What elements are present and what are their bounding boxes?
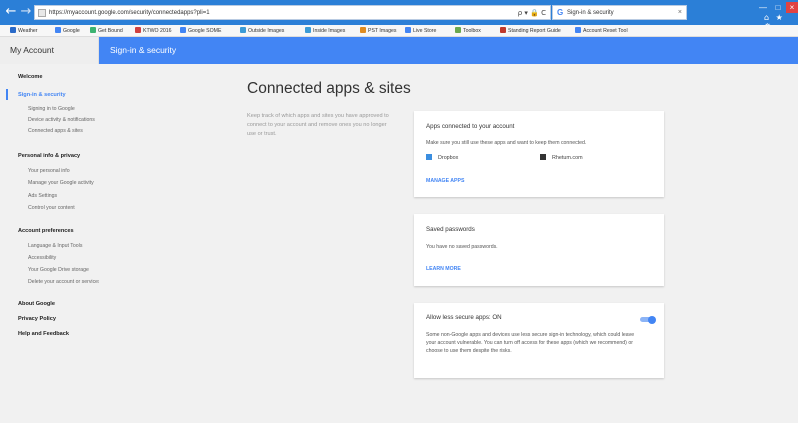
sidebar-sub-delete-account[interactable]: Delete your account or services [28,279,101,285]
manage-apps-link[interactable]: MANAGE APPS [426,178,464,184]
sidebar-sub-control-content[interactable]: Control your content [28,205,75,211]
learn-more-link[interactable]: LEARN MORE [426,266,461,272]
favorite-icon [360,27,366,33]
passwords-card-title: Saved passwords [426,226,475,233]
sidebar-sub-drive-storage[interactable]: Your Google Drive storage [28,267,89,273]
less-secure-toggle[interactable] [640,316,657,324]
my-account-title[interactable]: My Account [10,45,54,55]
sidebar-item-signin-security[interactable]: Sign-in & security [18,92,66,98]
app-header-left: My Account [0,37,99,64]
favorite-label: KTWO 2016 [143,28,172,34]
favorite-label: Inside Images [313,28,346,34]
favorite-icon [240,27,246,33]
sidebar-sub-device-activity[interactable]: Device activity & notifications [28,117,95,123]
favorite-link[interactable]: Standing Report Guide [500,26,561,36]
sidebar-sub-accessibility[interactable]: Accessibility [28,255,56,261]
apps-card: Apps connected to your account Make sure… [414,111,664,197]
apps-card-title: Apps connected to your account [426,123,515,130]
maximize-button[interactable]: □ [771,2,785,13]
app-name: Rhetum.com [552,155,583,161]
sidebar-item-about[interactable]: About Google [18,301,55,307]
favorite-link[interactable]: Outside Images [240,26,284,36]
dropbox-icon [426,154,432,160]
page-title: Connected apps & sites [247,80,411,97]
tab-close-icon[interactable]: × [678,7,682,19]
favorite-label: Google [63,28,80,34]
favorite-icon [10,27,16,33]
section-title: Sign-in & security [110,45,177,55]
favorite-link[interactable]: Toolbox [455,26,481,36]
less-secure-apps-card: Allow less secure apps: ON Some non-Goog… [414,303,664,378]
apps-card-desc: Make sure you still use these apps and w… [426,140,587,146]
favorite-icon [55,27,61,33]
favorite-link[interactable]: KTWO 2016 [135,26,172,36]
passwords-card-desc: You have no saved passwords. [426,244,498,250]
sidebar-item-welcome[interactable]: Welcome [18,74,42,80]
less-secure-desc: Some non-Google apps and devices use les… [426,332,635,354]
favorite-icon [180,27,186,33]
sidebar-sub-google-activity[interactable]: Manage your Google activity [28,180,94,186]
favorite-icon [305,27,311,33]
favorite-icon [500,27,506,33]
sidebar-sub-personal-info[interactable]: Your personal info [28,168,70,174]
google-tab-icon: G [557,8,564,17]
favorite-icon [575,27,581,33]
sidebar-sub-language[interactable]: Language & Input Tools [28,243,82,249]
favorite-label: PST Images [368,28,397,34]
sidebar-item-account-prefs[interactable]: Account preferences [18,228,74,234]
page-icon [38,9,46,17]
address-tools[interactable]: ρ ▾ 🔒 C [518,7,546,19]
favorite-label: Toolbox [463,28,481,34]
favorite-link[interactable]: PST Images [360,26,396,36]
saved-passwords-card: Saved passwords You have no saved passwo… [414,214,664,286]
toggle-knob [648,316,656,324]
minimize-button[interactable]: — [756,2,770,13]
favorite-link[interactable]: Google [55,26,80,36]
sidebar-item-personal-info[interactable]: Personal info & privacy [18,153,80,159]
active-indicator [6,89,8,100]
address-bar[interactable]: https://myaccount.google.com/security/co… [34,5,551,20]
favorite-label: Google SOME [188,28,222,34]
sidebar-sub-ads-settings[interactable]: Ads Settings [28,193,57,199]
favorite-icon [90,27,96,33]
connected-app-rhetum[interactable]: Rhetum.com [540,154,583,161]
favorite-label: Get Bound [98,28,123,34]
app-header: My Account Sign-in & security [0,37,798,64]
rhetum-icon [540,154,546,160]
tab-title: Sign-in & security [567,10,614,16]
favorite-icon [455,27,461,33]
less-secure-title: Allow less secure apps: ON [426,314,502,321]
favorite-link[interactable]: Weather [10,26,38,36]
favorite-label: Standing Report Guide [508,28,561,34]
close-window-button[interactable]: × [786,2,798,13]
favorite-label: Outside Images [248,28,285,34]
favorite-icon [405,27,411,33]
app-name: Dropbox [438,155,459,161]
forward-button[interactable]: → [19,4,33,20]
favorite-link[interactable]: Live Store [405,26,436,36]
browser-tab[interactable]: G Sign-in & security × [552,5,687,20]
url-text[interactable]: https://myaccount.google.com/security/co… [49,7,489,19]
favorite-link[interactable]: Account Reset Tool [575,26,628,36]
favorite-icon [135,27,141,33]
favorite-label: Weather [18,28,38,34]
favorite-link[interactable]: Get Bound [90,26,123,36]
browser-titlebar: ← → https://myaccount.google.com/securit… [0,0,798,31]
sidebar-item-help[interactable]: Help and Feedback [18,331,69,337]
favorite-link[interactable]: Google SOME [180,26,221,36]
sidebar-item-privacy[interactable]: Privacy Policy [18,316,56,322]
page-intro: Keep track of which apps and sites you h… [247,113,389,137]
sidebar-sub-signing-in[interactable]: Signing in to Google [28,106,75,112]
favorite-label: Live Store [413,28,437,34]
favorites-bar: Weather Google Get Bound KTWO 2016 Google SO… [0,25,798,37]
connected-app-dropbox[interactable]: Dropbox [426,154,458,161]
favorite-link[interactable]: Inside Images [305,26,345,36]
back-button[interactable]: ← [4,4,18,20]
sidebar-sub-connected-apps[interactable]: Connected apps & sites [28,128,83,134]
favorite-label: Account Reset Tool [583,28,628,34]
